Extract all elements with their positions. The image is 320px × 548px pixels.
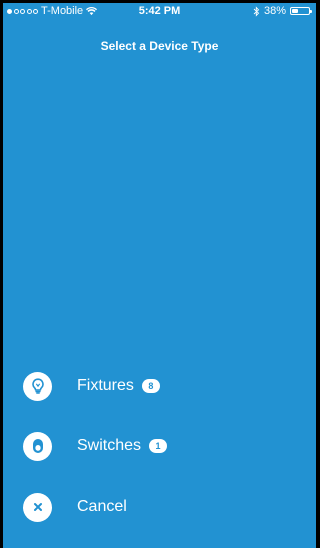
count-badge: 8 <box>141 379 160 393</box>
cancel-button[interactable]: Cancel <box>23 492 127 522</box>
status-bar: T-Mobile 5:42 PM 38% <box>3 3 316 21</box>
count-badge: 1 <box>149 439 168 453</box>
option-fixtures[interactable]: Fixtures 8 <box>23 371 160 401</box>
page-title: Select a Device Type <box>100 39 219 53</box>
option-icon-circle <box>23 492 52 522</box>
option-switches[interactable]: Switches 1 <box>23 431 168 461</box>
option-icon-circle <box>23 371 52 401</box>
switch-toggle-icon <box>32 439 43 453</box>
lightbulb-icon <box>31 378 44 394</box>
device-type-screen: T-Mobile 5:42 PM 38% Select a Device Typ… <box>3 3 316 548</box>
option-icon-circle <box>23 431 52 461</box>
battery-tip <box>310 10 312 13</box>
battery-percent: 38% <box>263 5 286 17</box>
battery-icon <box>290 7 312 15</box>
bluetooth-icon <box>253 5 260 17</box>
option-label: Cancel <box>77 498 127 515</box>
close-icon <box>33 503 42 511</box>
option-label: Switches <box>77 437 142 454</box>
battery-fill <box>292 9 299 13</box>
status-right: 38% <box>253 5 312 17</box>
option-label: Fixtures <box>77 377 134 394</box>
